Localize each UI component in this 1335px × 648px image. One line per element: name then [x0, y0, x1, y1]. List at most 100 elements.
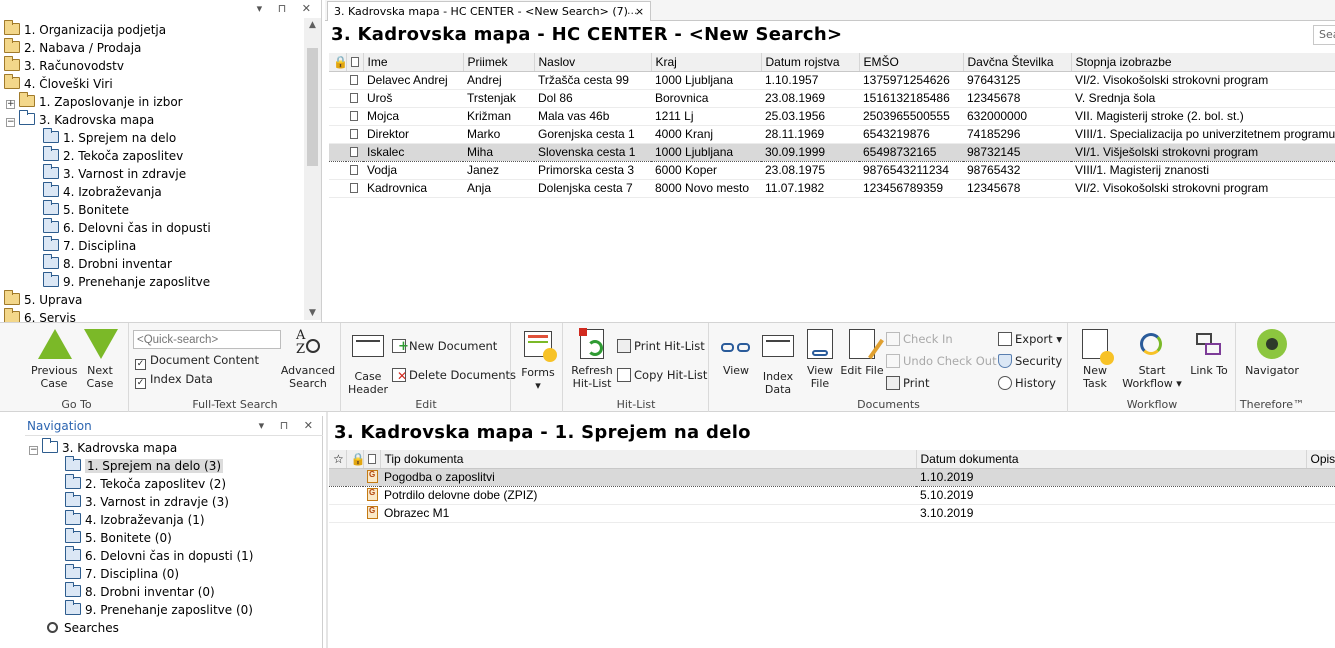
new-task-button[interactable]: New Task: [1073, 329, 1117, 390]
view-file-button[interactable]: View File: [798, 329, 842, 390]
lock-column-icon[interactable]: 🔒: [329, 53, 347, 72]
document-content-checkbox[interactable]: ✓ Document Content: [135, 351, 259, 370]
tree-item-uprava[interactable]: 5. Uprava: [4, 290, 82, 309]
column-datum-dokumenta[interactable]: Datum dokumenta: [916, 450, 1307, 469]
tree-item-drobni-inventar[interactable]: 8. Drobni inventar: [43, 254, 172, 273]
tree-item-delovni-cas[interactable]: 6. Delovni čas in dopusti: [43, 218, 211, 237]
nav-item-sprejem[interactable]: 1. Sprejem na delo (3): [65, 456, 224, 475]
column-naslov[interactable]: Naslov: [534, 53, 652, 72]
nav-item-bonitete[interactable]: 5. Bonitete (0): [65, 528, 172, 547]
copy-icon: [617, 368, 631, 382]
refresh-hitlist-button[interactable]: Refresh Hit-List: [568, 328, 616, 390]
nav-item-tekoca[interactable]: 2. Tekoča zaposlitev (2): [65, 474, 226, 493]
view-button[interactable]: View: [714, 329, 758, 377]
tree-item-nabava[interactable]: 2. Nabava / Prodaja: [4, 38, 141, 57]
tree-item-prenehanje[interactable]: 9. Prenehanje zaposlitve: [43, 272, 210, 291]
pane-controls[interactable]: ▾ ⊓ ✕: [257, 2, 317, 15]
column-emso[interactable]: EMŠO: [859, 53, 964, 72]
export-button[interactable]: Export ▾: [998, 330, 1062, 348]
nav-item-izobrazevanja[interactable]: 4. Izobraževanja (1): [65, 510, 205, 529]
tree-item-racunovodstvo[interactable]: 3. Računovodstv: [4, 56, 124, 75]
new-document-button[interactable]: + New Document: [392, 337, 497, 355]
quick-search-input[interactable]: [133, 330, 281, 349]
table-row[interactable]: Obrazec M13.10.2019: [329, 504, 1335, 523]
tree-item-disciplina[interactable]: 7. Disciplina: [43, 236, 136, 255]
pane-controls[interactable]: ▾ ⊓ ✕: [259, 416, 319, 436]
scroll-down-icon[interactable]: ▼: [304, 308, 321, 318]
column-priimek[interactable]: Priimek: [463, 53, 535, 72]
column-ime[interactable]: Ime: [363, 53, 464, 72]
tree-item-tekoca[interactable]: 2. Tekoča zaposlitev: [43, 146, 183, 165]
edit-file-button[interactable]: Edit File: [840, 329, 884, 377]
check-in-button[interactable]: Check In: [886, 330, 953, 348]
lock-column-icon[interactable]: 🔒: [346, 450, 364, 469]
table-row[interactable]: Vodja Janez Primorska cesta 3 6000 Koper 23.…: [329, 161, 1335, 180]
link-to-button[interactable]: Link To: [1187, 329, 1231, 377]
undo-check-out-button[interactable]: Undo Check Out: [886, 352, 997, 370]
start-workflow-button[interactable]: Start Workflow ▾: [1121, 329, 1183, 390]
next-case-button[interactable]: Next Case: [77, 329, 123, 390]
index-data-button[interactable]: Index Data: [756, 329, 800, 396]
checkbox-checked-icon: ✓: [135, 359, 146, 370]
case-header-button[interactable]: Case Header: [346, 329, 390, 396]
scroll-thumb[interactable]: [307, 48, 318, 166]
column-tip-dokumenta[interactable]: Tip dokumenta: [380, 450, 917, 469]
print-button[interactable]: Print: [886, 374, 929, 392]
print-hitlist-button[interactable]: Print Hit-List: [617, 337, 705, 355]
column-stopnja[interactable]: Stopnja izobrazbe: [1071, 53, 1335, 72]
collapse-icon[interactable]: −: [29, 446, 38, 455]
documents-title: 3. Kadrovska mapa - 1. Sprejem na delo: [334, 422, 751, 443]
tree-item-bonitete[interactable]: 5. Bonitete: [43, 200, 129, 219]
nav-root-kadrovska[interactable]: −3. Kadrovska mapa: [29, 438, 177, 457]
tree-item-cloveski-viri[interactable]: 4. Človeški Viri: [4, 74, 113, 93]
tree-scrollbar[interactable]: ▲ ▼: [304, 18, 321, 320]
scroll-up-icon[interactable]: ▲: [304, 20, 321, 30]
previous-case-button[interactable]: Previous Case: [31, 329, 78, 390]
tree-item-organizacija[interactable]: 1. Organizacija podjetja: [4, 20, 166, 39]
security-button[interactable]: Security: [998, 352, 1062, 370]
table-row[interactable]: Uroš Trstenjak Dol 86 Borovnica 23.08.1969 15…: [329, 89, 1335, 108]
column-davcna[interactable]: Davčna Številka: [963, 53, 1072, 72]
view-file-icon: [807, 329, 833, 359]
more-tabs-button[interactable]: ...: [627, 1, 638, 21]
star-column-icon[interactable]: ☆: [329, 450, 347, 469]
nav-item-varnost[interactable]: 3. Varnost in zdravje (3): [65, 492, 229, 511]
column-datum-rojstva[interactable]: Datum rojstva: [761, 53, 860, 72]
ribbon-group-workflow: New Task Start Workflow ▾ Link To Workfl…: [1069, 323, 1236, 412]
pane-divider[interactable]: [326, 412, 328, 648]
nav-item-delovni-cas[interactable]: 6. Delovni čas in dopusti (1): [65, 546, 253, 565]
history-button[interactable]: History: [998, 374, 1056, 392]
forms-button[interactable]: Forms ▾: [516, 329, 560, 392]
nav-item-disciplina[interactable]: 7. Disciplina (0): [65, 564, 179, 583]
type-column-icon[interactable]: [346, 53, 364, 72]
result-search-input[interactable]: Sea: [1313, 25, 1335, 45]
type-column-icon[interactable]: [363, 450, 381, 469]
tree-item-sprejem[interactable]: 1. Sprejem na delo: [43, 128, 176, 147]
navigator-button[interactable]: Navigator: [1241, 329, 1303, 377]
tree-item-izobrazevanja[interactable]: 4. Izobraževanja: [43, 182, 162, 201]
nav-item-drobni-inventar[interactable]: 8. Drobni inventar (0): [65, 582, 215, 601]
table-row-selected[interactable]: Iskalec Miha Slovenska cesta 1 1000 Ljublja…: [329, 142, 1335, 162]
delete-documents-button[interactable]: ✕ Delete Documents: [392, 366, 516, 384]
table-row-selected[interactable]: Pogodba o zaposlitvi1.10.2019: [329, 467, 1335, 487]
nav-item-searches[interactable]: Searches: [47, 619, 119, 637]
table-row[interactable]: Direktor Marko Gorenjska cesta 1 4000 Kranj…: [329, 125, 1335, 144]
tree-item-zaposlovanje[interactable]: +1. Zaposlovanje in izbor: [6, 92, 183, 111]
tab-search-result[interactable]: 3. Kadrovska mapa - HC CENTER - <New Sea…: [327, 1, 652, 21]
index-data-icon: [762, 335, 794, 357]
table-row[interactable]: Kadrovnica Anja Dolenjska cesta 7 8000 Novo…: [329, 179, 1335, 198]
expand-icon[interactable]: +: [6, 100, 15, 109]
table-row[interactable]: Potrdilo delovne dobe (ZPIZ)5.10.2019: [329, 486, 1335, 505]
advanced-search-button[interactable]: AZ Advanced Search: [280, 329, 336, 391]
column-opis[interactable]: Opis: [1306, 450, 1335, 469]
copy-hitlist-button[interactable]: Copy Hit-List: [617, 366, 707, 384]
table-row[interactable]: Delavec Andrej Andrej Tržaščа cesta 99 1000…: [329, 71, 1335, 90]
tree-item-servis[interactable]: 6. Servis: [4, 308, 76, 322]
tree-item-varnost[interactable]: 3. Varnost in zdravje: [43, 164, 186, 183]
collapse-icon[interactable]: −: [6, 118, 15, 127]
tree-item-kadrovska-mapa[interactable]: −3. Kadrovska mapa: [6, 110, 154, 129]
nav-item-prenehanje[interactable]: 9. Prenehanje zaposlitve (0): [65, 600, 253, 619]
table-row[interactable]: Mojca Križman Mala vas 46b 1211 Lj 25.03.195…: [329, 107, 1335, 126]
column-kraj[interactable]: Kraj: [651, 53, 762, 72]
index-data-checkbox[interactable]: ✓ Index Data: [135, 370, 213, 389]
